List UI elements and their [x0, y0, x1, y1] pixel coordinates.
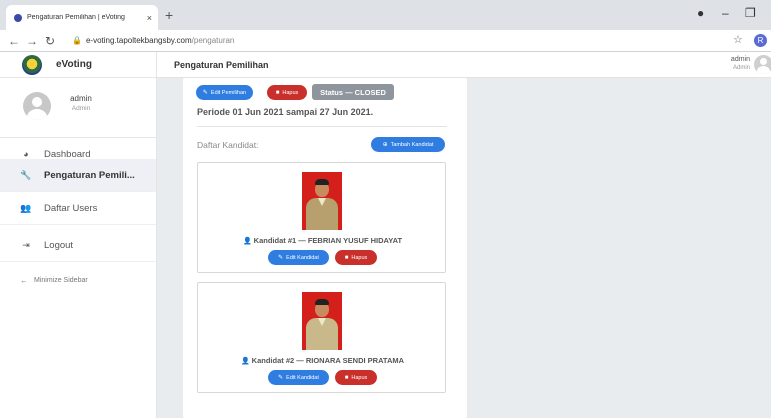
extension-icon[interactable]: ● [697, 6, 704, 20]
sidebar-item-label: Daftar Users [44, 202, 98, 214]
delete-candidate-button[interactable]: ■ Hapus [335, 250, 377, 265]
candidate-card: 👤 Kandidat #2 — RIONARA SENDI PRATAMA ✎ Ed… [197, 282, 446, 393]
lock-icon: 🔒 [72, 36, 82, 45]
pencil-icon: ✎ [202, 90, 208, 96]
candidate-label: 👤 Kandidat #1 — FEBRIAN YUSUF HIDAYAT [198, 236, 447, 245]
browser-tab-title: Pengaturan Pemilihan | eVoting [27, 14, 125, 21]
sidebar-user-name: admin [70, 94, 92, 103]
candidate-list-heading: Daftar Kandidat: [197, 140, 259, 150]
hapus-pemilihan-button[interactable]: ■ Hapus [267, 85, 307, 100]
brand-name: eVoting [56, 59, 92, 70]
hapus-label: Hapus [351, 254, 368, 261]
edit-pemilihan-button[interactable]: ✎ Edit Pemilihan [196, 85, 253, 100]
bookmark-star-icon[interactable]: ☆ [733, 33, 743, 46]
arrow-left-icon: ← [20, 275, 28, 285]
top-navbar: Pengaturan Pemilihan admin Admin [157, 52, 771, 78]
brand-logo [22, 54, 42, 75]
pencil-icon: ✎ [278, 375, 284, 381]
plus-circle-icon: ⊕ [382, 142, 388, 148]
candidate-label: 👤 Kandidat #2 — RIONARA SENDI PRATAMA [198, 356, 447, 365]
browser-tab-strip: Pengaturan Pemilihan | eVoting × + ● – ❐ [0, 0, 771, 30]
hapus-label: Hapus [282, 89, 299, 96]
favicon-icon [14, 13, 22, 22]
url-path: /pengaturan [191, 36, 235, 45]
candidate-name: Kandidat #1 — FEBRIAN YUSUF HIDAYAT [253, 236, 403, 245]
edit-candidate-label: Edit Kandidat [286, 254, 319, 261]
tab-close-icon[interactable]: × [147, 13, 152, 23]
pencil-icon: ✎ [278, 255, 284, 261]
election-settings-card: ✎ Edit Pemilihan ■ Hapus Status — CLOSED P… [183, 78, 467, 418]
users-icon: 👥 [20, 202, 32, 213]
tachometer-icon: ◕ [23, 149, 29, 159]
minimize-sidebar-button[interactable]: ← Minimize Sidebar [0, 270, 156, 290]
url-field[interactable]: 🔒 e-voting.tapoltekbangsby.com/pengaturan [72, 34, 234, 48]
candidate-photo [302, 292, 342, 350]
hapus-label: Hapus [351, 374, 368, 381]
minimize-window-icon[interactable]: – [722, 6, 729, 20]
candidate-name: Kandidat #2 — RIONARA SENDI PRATAMA [251, 356, 405, 365]
delete-candidate-button[interactable]: ■ Hapus [335, 370, 377, 385]
wrench-icon: 🔧 [20, 169, 32, 180]
avatar [23, 92, 51, 120]
edit-candidate-label: Edit Kandidat [286, 374, 319, 381]
user-tie-icon: 👤 [242, 238, 252, 245]
page-title: Pengaturan Pemilihan [174, 60, 269, 70]
minimize-sidebar-label: Minimize Sidebar [34, 276, 88, 284]
sidebar-item-logout[interactable]: ⇥ Logout [0, 229, 156, 262]
reload-icon[interactable]: ↻ [45, 33, 55, 49]
sidebar: eVoting admin Admin ◕ Dashboard 🔧 Pengat… [0, 52, 157, 418]
add-candidate-label: Tambah Kandidat [390, 141, 434, 148]
edit-candidate-button[interactable]: ✎ Edit Kandidat [268, 370, 329, 385]
address-bar: ← → ↻ 🔒 e-voting.tapoltekbangsby.com/peng… [0, 30, 771, 52]
avatar[interactable] [754, 55, 771, 74]
brand[interactable]: eVoting [0, 52, 156, 78]
add-candidate-button[interactable]: ⊕ Tambah Kandidat [371, 137, 445, 152]
trash-icon: ■ [344, 254, 349, 261]
forward-icon[interactable]: → [26, 33, 38, 49]
url-host: e-voting.tapoltekbangsby.com [85, 36, 192, 45]
sidebar-item-label: Logout [44, 239, 74, 251]
maximize-window-icon[interactable]: ❐ [745, 6, 756, 20]
navbar-user-menu[interactable]: admin Admin [720, 55, 750, 73]
sidebar-user-panel: admin Admin [0, 78, 156, 138]
browser-tab[interactable]: Pengaturan Pemilihan | eVoting × [6, 5, 158, 30]
sidebar-item-daftar-users[interactable]: 👥 Daftar Users [0, 192, 156, 225]
browser-profile-avatar[interactable]: R [754, 34, 767, 47]
candidate-photo [302, 172, 342, 230]
sign-out-icon: ⇥ [22, 239, 30, 250]
sidebar-item-pengaturan[interactable]: 🔧 Pengaturan Pemili... [0, 159, 156, 192]
navbar-user-role: Admin [732, 65, 750, 71]
user-tie-icon: 👤 [240, 358, 250, 365]
election-period: Periode 01 Jun 2021 sampai 27 Jun 2021. [197, 107, 374, 117]
status-badge: Status — CLOSED [312, 84, 394, 100]
edit-candidate-button[interactable]: ✎ Edit Kandidat [268, 250, 329, 265]
new-tab-button[interactable]: + [165, 7, 173, 23]
navbar-user-name: admin [730, 56, 750, 63]
sidebar-item-label: Dashboard [44, 148, 91, 160]
trash-icon: ■ [344, 374, 349, 381]
divider [197, 126, 447, 127]
candidate-card: 👤 Kandidat #1 — FEBRIAN YUSUF HIDAYAT ✎ Ed… [197, 162, 446, 273]
trash-icon: ■ [275, 89, 280, 96]
sidebar-item-label: Pengaturan Pemili... [44, 169, 135, 181]
edit-pemilihan-label: Edit Pemilihan [210, 89, 247, 96]
back-icon[interactable]: ← [8, 33, 20, 49]
sidebar-user-role: Admin [71, 105, 91, 112]
